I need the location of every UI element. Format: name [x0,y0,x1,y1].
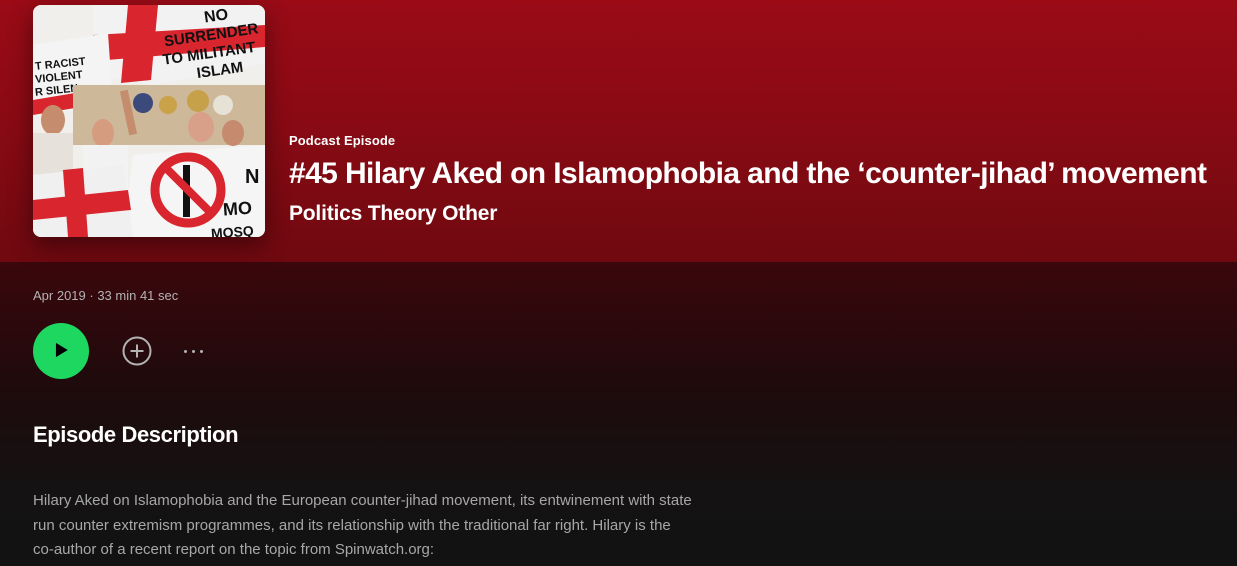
description-heading: Episode Description [33,422,239,447]
cover-banner-text: N [245,166,259,188]
episode-type-label: Podcast Episode [289,133,396,148]
play-icon [52,341,70,362]
more-options-button[interactable] [177,339,209,363]
episode-meta: Apr 2019 · 33 min 41 sec [33,288,179,303]
cover-banner-text: MOSQ [210,223,254,237]
add-circle-icon [121,336,153,370]
cover-banner-text: NO [203,6,229,26]
episode-title: #45 Hilary Aked on Islamophobia and the … [289,157,1207,190]
episode-description: Hilary Aked on Islamophobia and the Euro… [33,492,692,558]
episode-cover-art: NO SURRENDER TO MILITANT ISLAM T RACIST … [33,5,265,237]
show-name-link[interactable]: Politics Theory Other [289,202,497,226]
more-options-icon [199,349,203,353]
cover-banner-text: MO [222,198,252,220]
add-to-library-button[interactable] [121,335,153,367]
more-options-icon [191,349,195,353]
more-options-icon [183,349,187,353]
play-button[interactable] [33,323,89,379]
